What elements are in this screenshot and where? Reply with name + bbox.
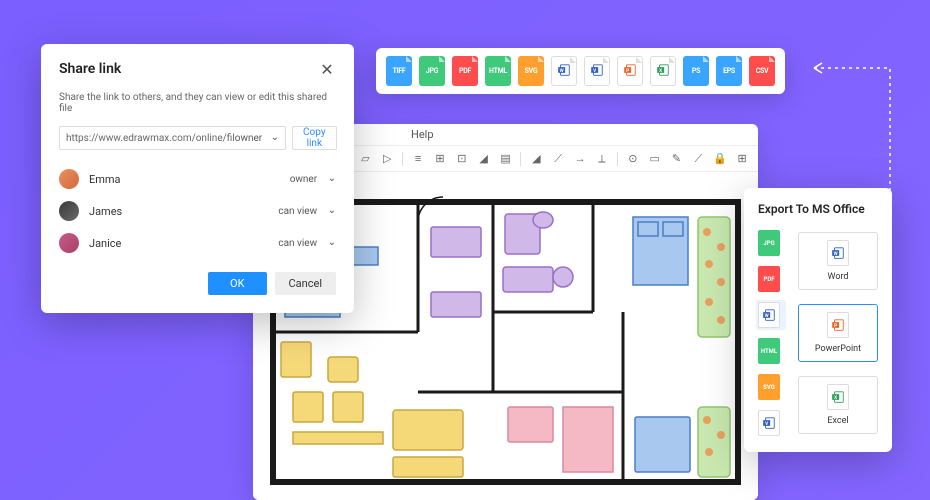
format-badge-pdf[interactable]: PDF: [452, 56, 478, 86]
export-card-label: Word: [827, 272, 848, 282]
share-url-input[interactable]: https://www.edrawmax.com/online/fil owne…: [59, 126, 286, 150]
format-badge-csv[interactable]: CSV: [749, 56, 775, 86]
export-title: Export To MS Office: [758, 202, 878, 216]
pointer-tool[interactable]: ▷: [377, 149, 397, 169]
avatar: [59, 169, 79, 189]
ppt-icon: P: [827, 312, 849, 338]
format-badge-jpg[interactable]: JPG: [419, 56, 445, 86]
fill-tool[interactable]: ◢: [526, 149, 546, 169]
export-small-html[interactable]: HTML: [758, 338, 780, 364]
arrow-connector: [812, 60, 902, 200]
format-badge-x[interactable]: X: [650, 56, 676, 86]
user-row: Janice can view: [59, 228, 336, 258]
shape-tool[interactable]: ▱: [355, 149, 375, 169]
user-name: Emma: [89, 173, 121, 186]
export-card-excel[interactable]: X Excel: [798, 376, 878, 434]
crop-tool[interactable]: ⟂: [592, 149, 612, 169]
align-tool[interactable]: ≡: [408, 149, 428, 169]
format-badge-eps[interactable]: EPS: [716, 56, 742, 86]
zoom-tool[interactable]: ⊙: [623, 149, 643, 169]
export-small-pdf[interactable]: PDF: [758, 266, 780, 292]
url-role-dropdown[interactable]: owner: [235, 133, 279, 144]
layer-tool[interactable]: ▤: [496, 149, 516, 169]
copy-link-button[interactable]: Copy link: [292, 126, 337, 150]
format-badge-svg[interactable]: SVG: [518, 56, 544, 86]
word-icon: W: [827, 240, 849, 266]
share-title: Share link: [59, 61, 121, 77]
arrow-tool[interactable]: →: [570, 149, 590, 169]
format-badge-w[interactable]: W: [551, 56, 577, 86]
ruler-tool[interactable]: ⟋: [688, 149, 708, 169]
export-card-label: Excel: [827, 416, 848, 426]
lock-tool[interactable]: 🔒: [710, 149, 730, 169]
svg-text:P: P: [626, 67, 629, 73]
format-badge-v[interactable]: V: [584, 56, 610, 86]
svg-text:W: W: [765, 313, 769, 319]
pen-tool[interactable]: ✎: [667, 149, 687, 169]
svg-text:P: P: [834, 323, 837, 329]
excel-icon: X: [827, 384, 849, 410]
avatar: [59, 201, 79, 221]
flip-tool[interactable]: ◢: [474, 149, 494, 169]
close-icon[interactable]: ✕: [318, 60, 336, 78]
avatar: [59, 233, 79, 253]
export-card-powerpoint[interactable]: P PowerPoint: [798, 304, 878, 362]
user-name: Janice: [89, 237, 121, 250]
distribute-tool[interactable]: ⊞: [430, 149, 450, 169]
export-card-label: PowerPoint: [815, 344, 861, 354]
format-badge-ps[interactable]: PS: [683, 56, 709, 86]
menu-help[interactable]: Help: [411, 128, 434, 141]
user-row: James can view: [59, 196, 336, 226]
svg-text:X: X: [834, 395, 837, 401]
svg-text:W: W: [834, 251, 838, 257]
export-small-w[interactable]: W: [758, 302, 780, 328]
share-desc: Share the link to others, and they can v…: [59, 92, 336, 114]
user-row: Emma owner: [59, 164, 336, 194]
export-small-jpg[interactable]: JPG: [758, 230, 780, 256]
format-badge-p[interactable]: P: [617, 56, 643, 86]
export-panel: Export To MS Office JPG W Word PDF W P PowerPo…: [744, 188, 892, 452]
group-tool[interactable]: ⊡: [452, 149, 472, 169]
export-small-v[interactable]: V: [758, 410, 780, 436]
user-name: James: [89, 205, 122, 218]
ok-button[interactable]: OK: [208, 272, 266, 295]
format-badge-tiff[interactable]: TIFF: [386, 56, 412, 86]
role-dropdown[interactable]: can view: [278, 206, 336, 217]
export-card-word[interactable]: W Word: [798, 232, 878, 290]
share-dialog: Share link ✕ Share the link to others, a…: [41, 44, 354, 313]
role-dropdown[interactable]: can view: [278, 238, 336, 249]
more-tool[interactable]: ⊞: [732, 149, 752, 169]
svg-text:X: X: [659, 67, 662, 73]
cancel-button[interactable]: Cancel: [275, 272, 336, 295]
svg-text:W: W: [560, 67, 564, 73]
export-small-svg[interactable]: SVG: [758, 374, 780, 400]
format-badge-html[interactable]: HTML: [485, 56, 511, 86]
page-tool[interactable]: ▭: [645, 149, 665, 169]
role-dropdown[interactable]: owner: [290, 174, 336, 185]
format-bar: TIFF JPG PDF HTML SVG W V P X PS EPS CSV: [376, 48, 785, 94]
stroke-tool[interactable]: ⟋: [548, 149, 568, 169]
